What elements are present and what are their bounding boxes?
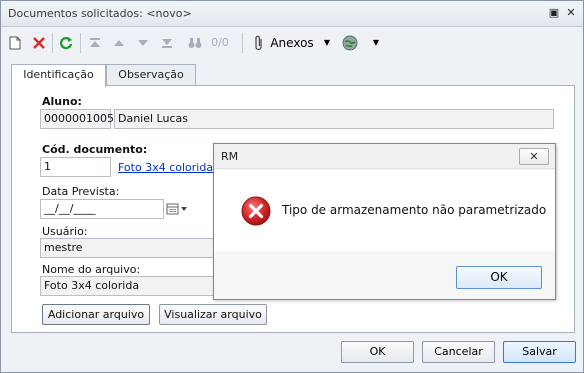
tab-identificacao[interactable]: Identificação — [11, 64, 106, 87]
delete-icon[interactable] — [31, 33, 47, 53]
toolbar-separator — [52, 33, 53, 53]
dialog-title: RM — [221, 150, 239, 163]
tab-observacao[interactable]: Observação — [106, 64, 196, 86]
refresh-icon[interactable] — [57, 33, 75, 53]
window-title: Documentos solicitados: <novo> — [8, 7, 192, 20]
new-document-icon[interactable] — [7, 33, 23, 53]
record-counter: 0/0 — [211, 36, 229, 49]
aluno-code-field[interactable]: 0000001005 — [40, 109, 114, 129]
window-titlebar: Documentos solicitados: <novo> ▣ ✕ — [1, 1, 583, 27]
usuario-field[interactable]: mestre — [40, 238, 220, 258]
next-record-icon[interactable] — [135, 33, 151, 53]
toolbar: 0/0 Anexos ▼ ▼ — [1, 28, 583, 58]
data-prevista-label: Data Prevista: — [42, 185, 120, 198]
calendar-icon[interactable] — [166, 200, 192, 218]
binoculars-icon[interactable] — [186, 33, 204, 53]
usuario-label: Usuário: — [42, 225, 88, 238]
error-icon — [241, 196, 271, 226]
data-prevista-field[interactable]: __/__/____ — [40, 199, 164, 219]
add-file-button[interactable]: Adicionar arquivo — [42, 304, 150, 325]
toolbar-separator — [242, 33, 243, 53]
dialog-body: Tipo de armazenamento não parametrizado — [214, 170, 555, 251]
dialog-titlebar: RM ✕ — [214, 144, 555, 169]
first-record-icon[interactable] — [87, 33, 103, 53]
cod-documento-label: Cód. documento: — [42, 143, 148, 156]
nome-arquivo-field[interactable]: Foto 3x4 colorida — [40, 276, 220, 296]
paperclip-icon[interactable] — [250, 33, 268, 53]
attachments-dropdown-icon[interactable]: ▼ — [321, 33, 333, 53]
previous-record-icon[interactable] — [111, 33, 127, 53]
view-file-button[interactable]: Visualizar arquivo — [159, 304, 267, 325]
close-icon[interactable]: ✕ — [564, 6, 578, 20]
nome-arquivo-label: Nome do arquivo: — [42, 263, 141, 276]
toolbar-separator — [80, 33, 81, 53]
globe-dropdown-icon[interactable]: ▼ — [370, 33, 382, 53]
dialog-message: Tipo de armazenamento não parametrizado — [282, 203, 547, 217]
cod-documento-field[interactable]: 1 — [40, 157, 111, 177]
save-button[interactable]: Salvar — [503, 341, 576, 363]
ok-button[interactable]: OK — [341, 341, 414, 363]
cancel-button[interactable]: Cancelar — [422, 341, 495, 363]
restore-icon[interactable]: ▣ — [547, 6, 561, 20]
globe-icon[interactable] — [341, 33, 359, 53]
last-record-icon[interactable] — [159, 33, 175, 53]
cod-documento-link[interactable]: Foto 3x4 colorida — [118, 161, 213, 174]
error-dialog: RM ✕ Tipo de armazenamento não parametri… — [213, 143, 556, 300]
attachments-button[interactable]: Anexos — [269, 33, 315, 53]
aluno-label: Aluno: — [42, 95, 82, 108]
dialog-ok-button[interactable]: OK — [456, 266, 542, 289]
dialog-close-icon[interactable]: ✕ — [519, 148, 549, 165]
aluno-name-field[interactable]: Daniel Lucas — [114, 109, 554, 129]
